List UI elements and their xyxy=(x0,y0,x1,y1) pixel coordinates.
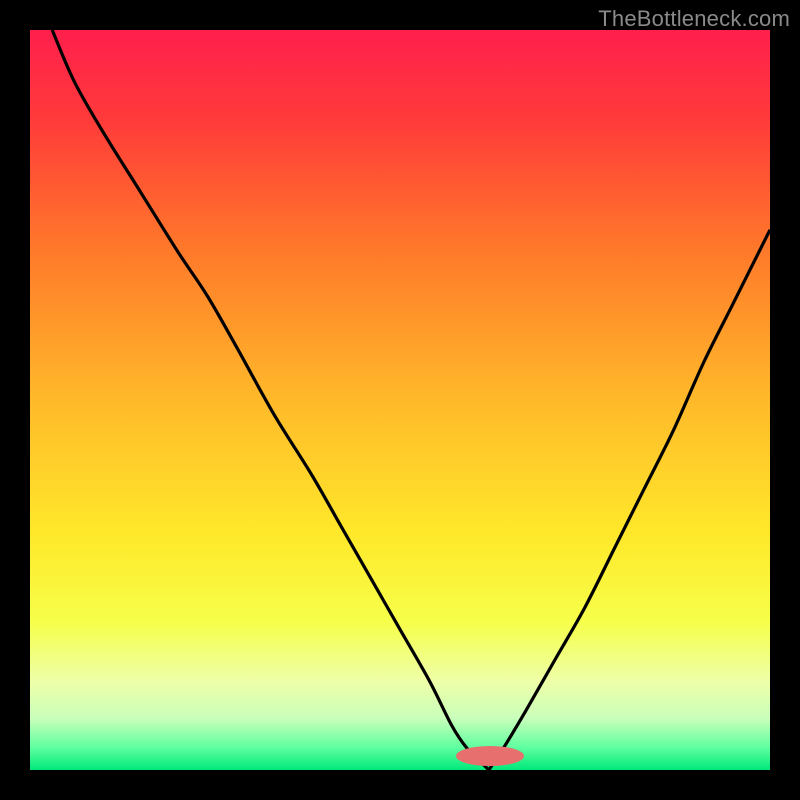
bottleneck-chart xyxy=(0,0,800,800)
optimum-marker xyxy=(456,746,524,766)
watermark-text: TheBottleneck.com xyxy=(598,6,790,32)
gradient-background xyxy=(30,30,770,770)
chart-container: { "watermark": "TheBottleneck.com", "col… xyxy=(0,0,800,800)
